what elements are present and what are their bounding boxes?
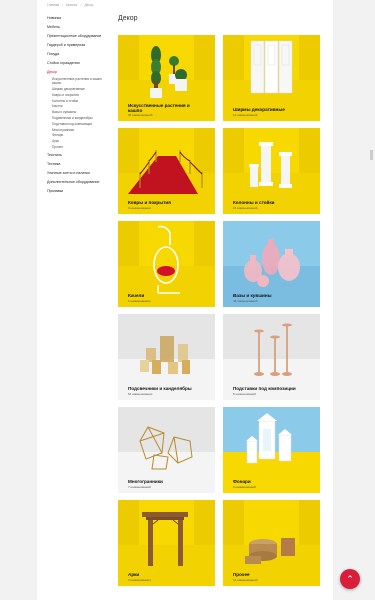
category-title: Ковры и покрытия <box>128 200 171 205</box>
category-card-arches[interactable]: Арки 3 наименования <box>118 500 215 586</box>
category-title: Колонны и стойки <box>233 200 275 205</box>
sidebar-item-umbrellas[interactable]: Уличные зонты и палатки <box>47 169 115 178</box>
category-count: 3 наименования <box>128 578 151 582</box>
category-count: 5 наименований <box>233 392 256 396</box>
category-card-carpets[interactable]: Ковры и покрытия 3 наименования <box>118 128 215 214</box>
sidebar-item-equipment[interactable]: Техника <box>47 160 115 169</box>
category-count: 6 наименований <box>233 485 256 489</box>
category-grid: Искусственные растения и кашпо 36 наимен… <box>118 35 323 586</box>
breadcrumb: Главная / Каталог / Декор <box>47 3 94 7</box>
sidebar-item-additional[interactable]: Дополнительное оборудование <box>47 178 115 187</box>
category-card-vases[interactable]: Вазы и кувшины 46 наименований <box>223 221 320 307</box>
category-count: 15 наименований <box>233 206 258 210</box>
sidebar-menu: Новинки Мебель Презентационное оборудова… <box>47 14 115 196</box>
sidebar-item-textile[interactable]: Текстиль <box>47 151 115 160</box>
category-card-other[interactable]: Прочее 14 наименований <box>223 500 320 586</box>
category-count: 12 наименований <box>233 113 258 117</box>
category-count: 46 наименований <box>233 299 258 303</box>
chevron-up-icon: ⌃ <box>346 573 354 584</box>
category-title: Фонари <box>233 479 251 484</box>
category-title: Прочее <box>233 572 250 577</box>
category-count: 1 наименование <box>128 299 151 303</box>
category-card-lanterns[interactable]: Фонари 6 наименований <box>223 407 320 493</box>
breadcrumb-home[interactable]: Главная <box>47 3 59 7</box>
category-title: Арки <box>128 572 140 577</box>
sidebar-item-barriers[interactable]: Стойки ограждения <box>47 59 115 68</box>
category-title: Подставки под композиции <box>233 386 296 391</box>
category-card-polyhedra[interactable]: Многогранники 7 наименований <box>118 407 215 493</box>
sidebar-item-presentation[interactable]: Презентационное оборудование <box>47 32 115 41</box>
scroll-to-top-button[interactable]: ⌃ <box>340 569 360 589</box>
category-title: Многогранники <box>128 479 163 484</box>
category-title: Подсвечники и канделябры <box>128 386 192 391</box>
category-card-swings[interactable]: Качели 1 наименование <box>118 221 215 307</box>
category-count: 36 наименований <box>128 113 153 117</box>
sidebar-item-tableware[interactable]: Посуда <box>47 50 115 59</box>
page-title: Декор <box>118 15 138 22</box>
breadcrumb-current: Декор <box>84 3 94 7</box>
category-title: Вазы и кувшины <box>233 293 272 298</box>
category-card-candlesticks[interactable]: Подсвечники и канделябры 64 наименования <box>118 314 215 400</box>
sidebar-item-decor[interactable]: Декор <box>47 68 115 77</box>
category-card-stands[interactable]: Подставки под композиции 5 наименований <box>223 314 320 400</box>
sidebar-item-new[interactable]: Новинки <box>47 14 115 23</box>
page-container: Главная / Каталог / Декор Новинки Мебель… <box>37 0 333 600</box>
category-count: 64 наименования <box>128 392 153 396</box>
category-card-columns[interactable]: Колонны и стойки 15 наименований <box>223 128 320 214</box>
category-count: 3 наименования <box>128 206 151 210</box>
sidebar-item-counters[interactable]: Прилавки <box>47 187 115 196</box>
category-title: Качели <box>128 293 145 298</box>
breadcrumb-catalog[interactable]: Каталог <box>66 3 78 7</box>
category-count: 7 наименований <box>128 485 151 489</box>
category-card-plants[interactable]: Искусственные растения и кашпо 36 наимен… <box>118 35 215 121</box>
category-card-screens[interactable]: Ширмы декоративные 12 наименований <box>223 35 320 121</box>
sidebar-item-furniture[interactable]: Мебель <box>47 23 115 32</box>
scrollbar-thumb[interactable] <box>370 150 373 160</box>
sidebar-item-wardrobe[interactable]: Гардероб и примерная <box>47 41 115 50</box>
category-title: Ширмы декоративные <box>233 107 285 112</box>
category-count: 14 наименований <box>233 578 258 582</box>
